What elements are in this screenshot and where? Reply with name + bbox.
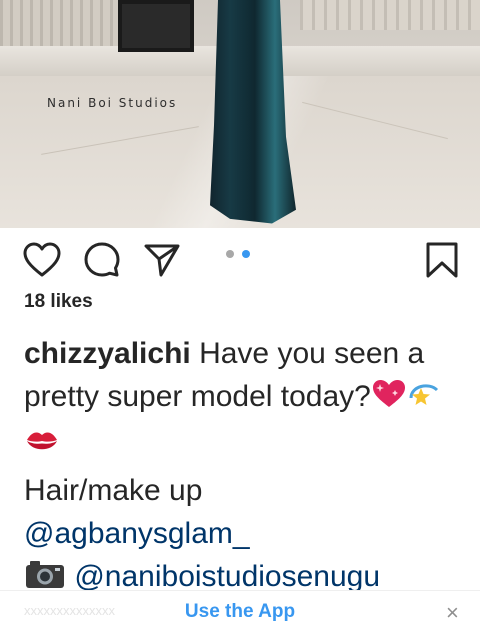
comment-icon[interactable] — [82, 240, 122, 280]
dress — [210, 0, 296, 224]
bookmark-icon[interactable] — [422, 240, 462, 280]
close-icon[interactable]: × — [446, 600, 459, 626]
app-banner: xxxxxxxxxxxxxx Use the App × — [0, 590, 480, 629]
dizzy-star-icon — [407, 378, 443, 422]
post-actions — [0, 236, 480, 288]
post-photo[interactable]: Nani Boi Studios — [0, 0, 480, 228]
mention-makeup[interactable]: @agbanysglam_ — [24, 517, 250, 550]
curtain — [300, 0, 480, 30]
kiss-mark-icon — [24, 425, 60, 469]
window-frame — [118, 0, 194, 52]
carousel-dot-active — [242, 250, 250, 258]
sparkling-heart-icon — [371, 378, 407, 422]
likes-count[interactable]: 18 likes — [24, 291, 93, 313]
mention-studio[interactable]: @naniboistudiosenugu — [74, 560, 380, 593]
share-icon[interactable] — [142, 240, 182, 280]
carousel-dot — [226, 250, 234, 258]
photo-watermark: Nani Boi Studios — [47, 96, 178, 110]
heart-icon[interactable] — [22, 240, 62, 280]
caption-username[interactable]: chizzyalichi — [24, 337, 191, 370]
caption-hair-label: Hair/make up — [24, 474, 203, 507]
post-caption: chizzyalichi Have you seen a pretty supe… — [24, 332, 464, 602]
carousel-indicator — [226, 250, 256, 260]
use-app-button[interactable]: Use the App — [0, 601, 480, 623]
